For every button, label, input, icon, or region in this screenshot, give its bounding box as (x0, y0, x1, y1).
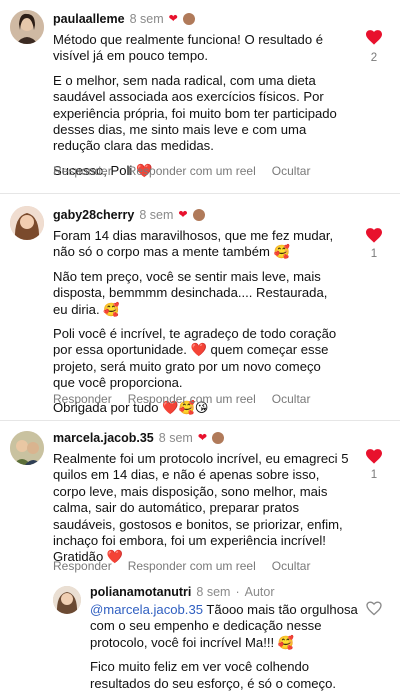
comment-text: Poli você é incrível, te agradeço de tod… (53, 326, 337, 391)
avatar[interactable] (53, 586, 81, 614)
reply-with-reel-button[interactable]: Responder com um reel (128, 164, 256, 178)
hide-button[interactable]: Ocultar (272, 559, 311, 573)
reply-text: @marcela.jacob.35 Tãooo mais tão orgulho… (90, 602, 360, 651)
reply-with-reel-button[interactable]: Responder com um reel (128, 392, 256, 406)
author-label: Autor (244, 585, 275, 599)
like-button[interactable] (362, 601, 386, 616)
comment-text: Foram 14 dias maravilhosos, que me fez m… (53, 228, 334, 260)
like-button[interactable] (362, 449, 386, 464)
mention-link[interactable]: @marcela.jacob.35 (90, 602, 203, 617)
author-mini-avatar (192, 209, 205, 221)
reply-button[interactable]: Responder (53, 164, 112, 178)
comment-text: E o melhor, sem nada radical, com uma di… (53, 72, 337, 154)
comment-username[interactable]: paulaalleme (53, 12, 125, 26)
author-mini-avatar (182, 13, 195, 25)
author-separator: · (235, 585, 240, 599)
like-button[interactable] (362, 228, 386, 243)
comment-time: 8 sem (158, 431, 193, 445)
comment-text: Realmente foi um protocolo incrível, eu … (53, 451, 349, 565)
author-liked-heart-icon: ❤ (197, 431, 208, 444)
hide-button[interactable]: Ocultar (272, 164, 311, 178)
author-liked-heart-icon: ❤ (168, 12, 178, 25)
heart-outline-icon (366, 601, 382, 616)
reply-text-second: Fico muito feliz em ver você colhendo re… (90, 659, 337, 691)
like-button[interactable] (362, 30, 386, 45)
reply-button[interactable]: Responder (53, 392, 112, 406)
reply-time: 8 sem (196, 585, 231, 599)
hide-button[interactable]: Ocultar (272, 392, 311, 406)
like-count: 1 (370, 469, 378, 481)
avatar[interactable] (10, 10, 44, 44)
author-liked-heart-icon: ❤ (178, 208, 188, 221)
reply-with-reel-button[interactable]: Responder com um reel (128, 559, 256, 573)
divider (0, 193, 400, 194)
heart-filled-icon (366, 30, 382, 45)
author-mini-avatar (212, 432, 225, 444)
comment-text: Método que realmente funciona! O resulta… (53, 32, 324, 64)
reply-username[interactable]: polianamotanutri (90, 585, 191, 599)
comment-username[interactable]: marcela.jacob.35 (53, 431, 154, 445)
heart-filled-icon (366, 449, 382, 464)
avatar[interactable] (10, 431, 44, 465)
comment-time: 8 sem (139, 208, 174, 222)
comment-username[interactable]: gaby28cherry (53, 208, 134, 222)
avatar[interactable] (10, 206, 44, 240)
divider (0, 420, 400, 421)
like-count: 1 (370, 248, 378, 260)
comment-time: 8 sem (129, 12, 164, 26)
heart-filled-icon (366, 228, 382, 243)
reply-button[interactable]: Responder (53, 559, 112, 573)
comment-text: Não tem preço, você se sentir mais leve,… (53, 268, 328, 317)
like-count: 2 (370, 52, 378, 64)
